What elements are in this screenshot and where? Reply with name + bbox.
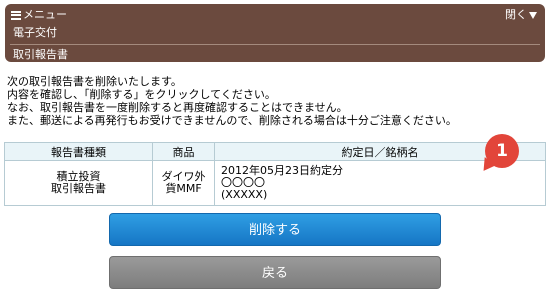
menu-label: メニュー [23, 8, 67, 21]
security-name: 〇〇〇〇 [221, 176, 265, 189]
message-line-2: 内容を確認し、「削除する」をクリックしてください。 [7, 88, 276, 101]
security-code: (XXXXX) [221, 188, 268, 201]
cell-trade-date: 2012年05月23日約定分 〇〇〇〇 (XXXXX) [214, 160, 546, 206]
header-product: 商品 [152, 142, 215, 161]
back-button[interactable]: 戻る [109, 256, 441, 289]
header-report-type: 報告書種類 [4, 142, 153, 161]
delete-button[interactable]: 削除する [109, 213, 441, 246]
breadcrumb: 取引報告書 [13, 48, 68, 61]
report-table: 報告書種類 商品 約定日／銘柄名 積立投資 取引報告書 ダイワ外 貨MMF 20… [4, 142, 546, 206]
product-line-2: 貨MMF [165, 182, 202, 195]
cell-product: ダイワ外 貨MMF [152, 160, 215, 206]
header-divider [10, 44, 540, 45]
cell-report-type: 積立投資 取引報告書 [4, 160, 153, 206]
section-title: 電子交付 [13, 26, 57, 39]
report-type-line-2: 取引報告書 [51, 182, 106, 195]
step-badge: 1 [485, 134, 519, 168]
menu-button[interactable]: メニュー [11, 8, 67, 22]
hamburger-icon [11, 10, 21, 20]
table-row: 積立投資 取引報告書 ダイワ外 貨MMF 2012年05月23日約定分 〇〇〇〇… [4, 160, 546, 206]
collapse-label: 閉く [505, 8, 527, 21]
instruction-message: 次の取引報告書を削除いたします。 内容を確認し、「削除する」をクリックしてくださ… [7, 75, 457, 127]
triangle-down-icon [529, 11, 537, 19]
message-line-1: 次の取引報告書を削除いたします。 [7, 75, 182, 88]
table-header-row: 報告書種類 商品 約定日／銘柄名 [4, 142, 546, 161]
collapse-button[interactable]: 閉く [505, 8, 537, 22]
message-line-4: また、郵送による再発行もお受けできませんので、削除される場合は十分ご注意ください… [7, 114, 457, 127]
header-bar: メニュー 閉く 電子交付 取引報告書 [5, 4, 545, 62]
message-line-3: なお、取引報告書を一度削除すると再度確認することはできません。 [7, 101, 348, 114]
